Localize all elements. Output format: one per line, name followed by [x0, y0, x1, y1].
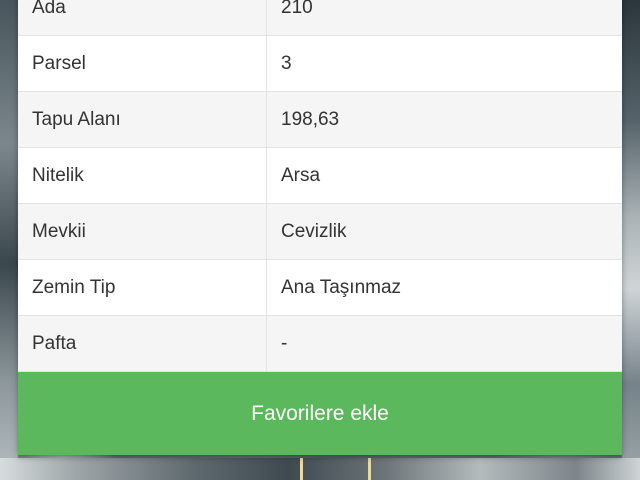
row-label-parsel: Parsel — [18, 35, 267, 92]
map-pole — [300, 458, 303, 480]
row-value-ada: 210 — [266, 0, 622, 36]
row-label-tapu-alani: Tapu Alanı — [18, 91, 267, 148]
table-row: Mevkii Cevizlik — [18, 203, 622, 260]
table-row: Tapu Alanı 198,63 — [18, 91, 622, 148]
row-value-mevkii: Cevizlik — [266, 203, 622, 260]
table-row: Ada 210 — [18, 0, 622, 36]
table-row: Parsel 3 — [18, 35, 622, 92]
row-value-zemin-tip: Ana Taşınmaz — [266, 259, 622, 316]
row-label-nitelik: Nitelik — [18, 147, 267, 204]
table-row: Pafta - — [18, 315, 622, 372]
row-label-mevkii: Mevkii — [18, 203, 267, 260]
row-label-ada: Ada — [18, 0, 267, 36]
row-label-zemin-tip: Zemin Tip — [18, 259, 267, 316]
parcel-info-table: Ada 210 Parsel 3 Tapu Alanı 198,63 Nitel… — [18, 0, 622, 372]
table-row: Nitelik Arsa — [18, 147, 622, 204]
row-value-pafta: - — [266, 315, 622, 372]
map-background-bottom — [0, 458, 640, 480]
row-label-pafta: Pafta — [18, 315, 267, 372]
row-value-parsel: 3 — [266, 35, 622, 92]
map-pole — [368, 458, 371, 480]
row-value-nitelik: Arsa — [266, 147, 622, 204]
row-value-tapu-alani: 198,63 — [266, 91, 622, 148]
parcel-info-card: Ada 210 Parsel 3 Tapu Alanı 198,63 Nitel… — [18, 0, 622, 455]
map-background-left — [0, 0, 18, 480]
map-background-right — [622, 0, 640, 480]
add-to-favorites-button[interactable]: Favorilere ekle — [18, 372, 622, 455]
table-row: Zemin Tip Ana Taşınmaz — [18, 259, 622, 316]
